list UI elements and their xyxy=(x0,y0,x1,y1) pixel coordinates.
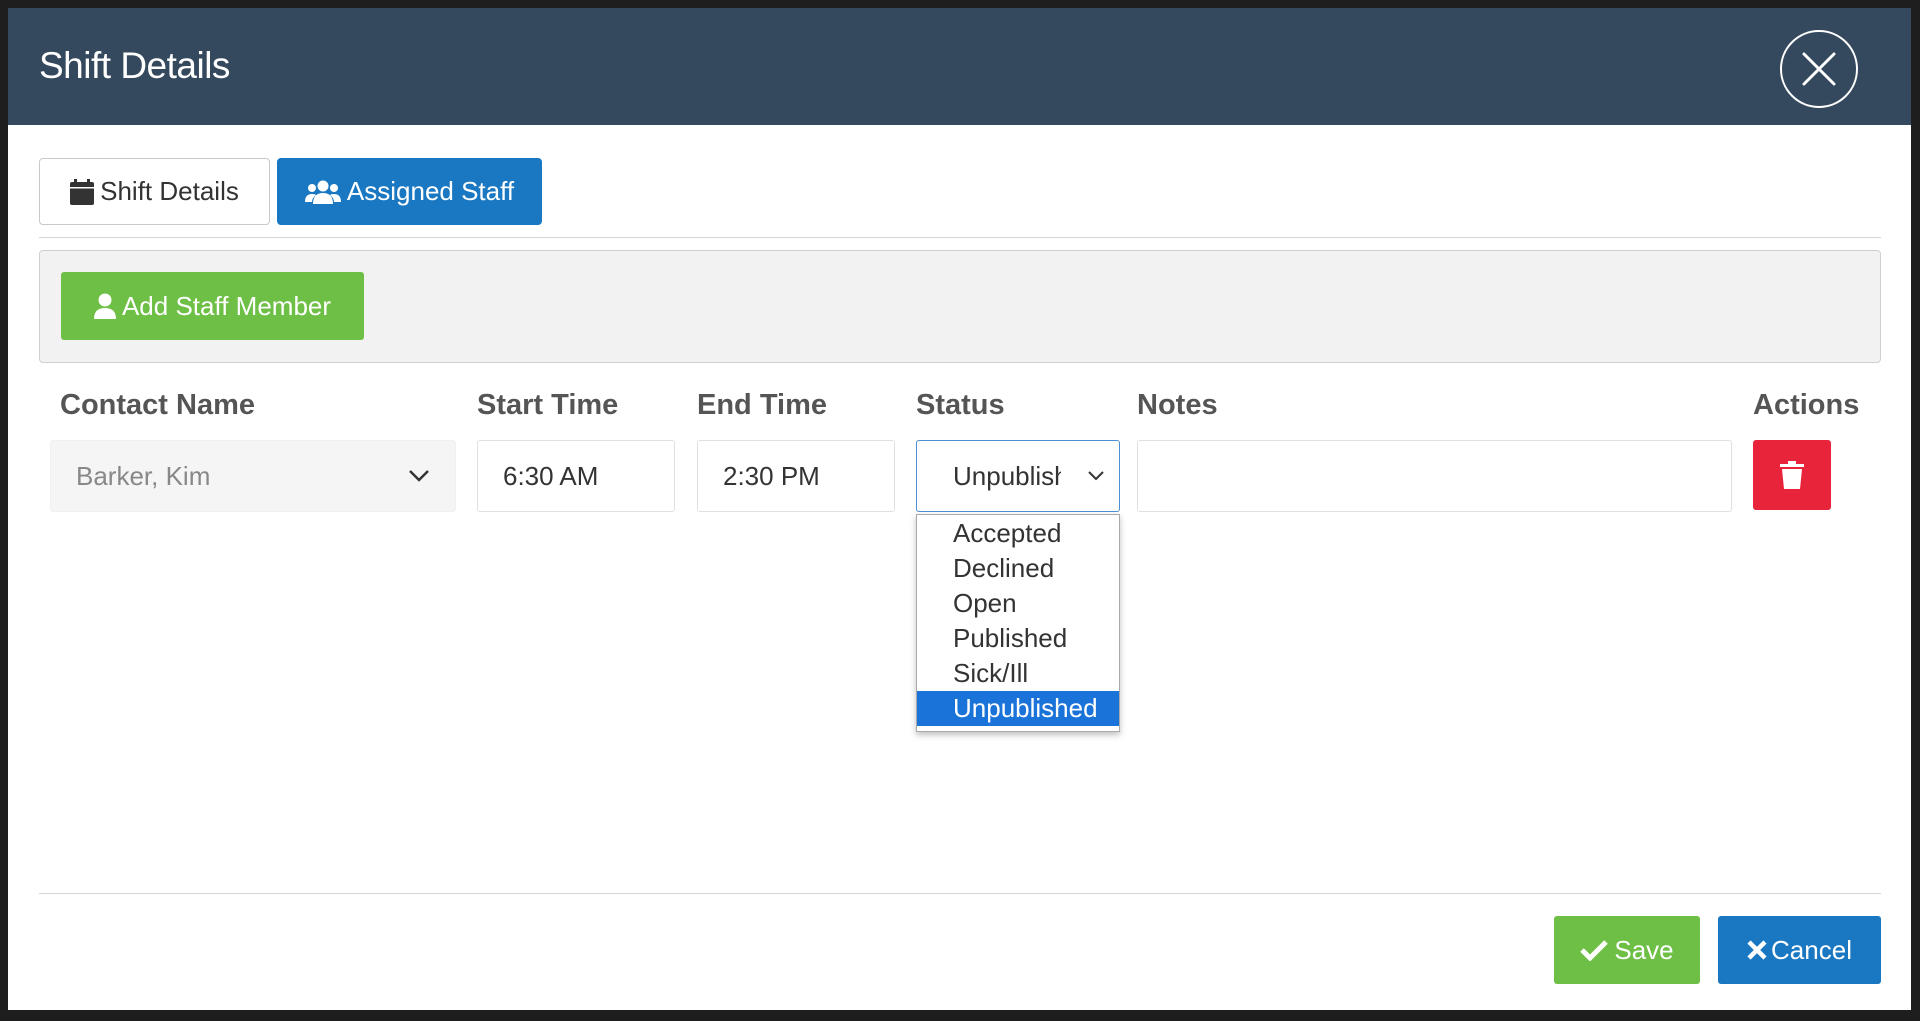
status-select[interactable]: Unpublished xyxy=(916,440,1120,512)
chevron-down-icon xyxy=(408,469,430,483)
cancel-button[interactable]: Cancel xyxy=(1718,916,1881,984)
add-staff-member-button[interactable]: Add Staff Member xyxy=(61,272,364,340)
x-icon xyxy=(1747,940,1767,960)
start-time-input[interactable]: 6:30 AM xyxy=(477,440,675,512)
calendar-icon xyxy=(70,178,95,205)
tab-assigned-staff[interactable]: Assigned Staff xyxy=(277,158,542,225)
close-icon xyxy=(1802,52,1836,86)
status-option[interactable]: Published xyxy=(917,621,1119,656)
end-time-value: 2:30 PM xyxy=(723,460,820,491)
status-option-selected[interactable]: Unpublished xyxy=(917,691,1119,726)
users-icon xyxy=(304,180,341,204)
add-staff-label: Add Staff Member xyxy=(121,290,332,321)
status-option[interactable]: Open xyxy=(917,586,1119,621)
check-icon xyxy=(1580,939,1609,961)
status-option[interactable]: Sick/Ill xyxy=(917,656,1119,691)
cancel-label: Cancel xyxy=(1771,934,1852,965)
contact-name-value: Barker, Kim xyxy=(76,460,211,491)
status-value: Unpublished xyxy=(953,460,1061,491)
modal-title: Shift Details xyxy=(39,45,230,86)
status-dropdown-list: Accepted Declined Open Published Sick/Il… xyxy=(916,514,1120,732)
save-button[interactable]: Save xyxy=(1554,916,1700,984)
user-icon xyxy=(93,293,116,319)
status-option[interactable]: Accepted xyxy=(917,516,1119,551)
start-time-value: 6:30 AM xyxy=(503,460,599,491)
tab-label: Shift Details xyxy=(100,176,239,206)
end-time-input[interactable]: 2:30 PM xyxy=(697,440,895,512)
trash-icon xyxy=(1780,461,1804,489)
footer-divider xyxy=(39,893,1881,894)
delete-staff-button[interactable] xyxy=(1753,440,1831,510)
shift-details-modal: Shift Details Shift Details Assigned Sta… xyxy=(8,8,1911,1010)
modal-header: Shift Details xyxy=(8,8,1911,125)
column-header-contact-name: Contact Name xyxy=(60,389,255,421)
contact-name-select[interactable]: Barker, Kim xyxy=(50,440,456,512)
column-header-notes: Notes xyxy=(1137,389,1218,421)
tab-shift-details[interactable]: Shift Details xyxy=(39,158,270,225)
column-header-end-time: End Time xyxy=(697,389,827,421)
column-header-actions: Actions xyxy=(1753,389,1860,421)
column-header-start-time: Start Time xyxy=(477,389,619,421)
chevron-down-icon xyxy=(1087,470,1105,482)
save-label: Save xyxy=(1614,934,1674,965)
column-header-status: Status xyxy=(916,389,1005,421)
staff-toolbar: Add Staff Member xyxy=(39,250,1881,363)
close-button[interactable] xyxy=(1780,30,1858,108)
notes-input[interactable] xyxy=(1137,440,1732,512)
tab-divider xyxy=(39,237,1881,238)
status-option[interactable]: Declined xyxy=(917,551,1119,586)
tab-label: Assigned Staff xyxy=(346,176,515,206)
